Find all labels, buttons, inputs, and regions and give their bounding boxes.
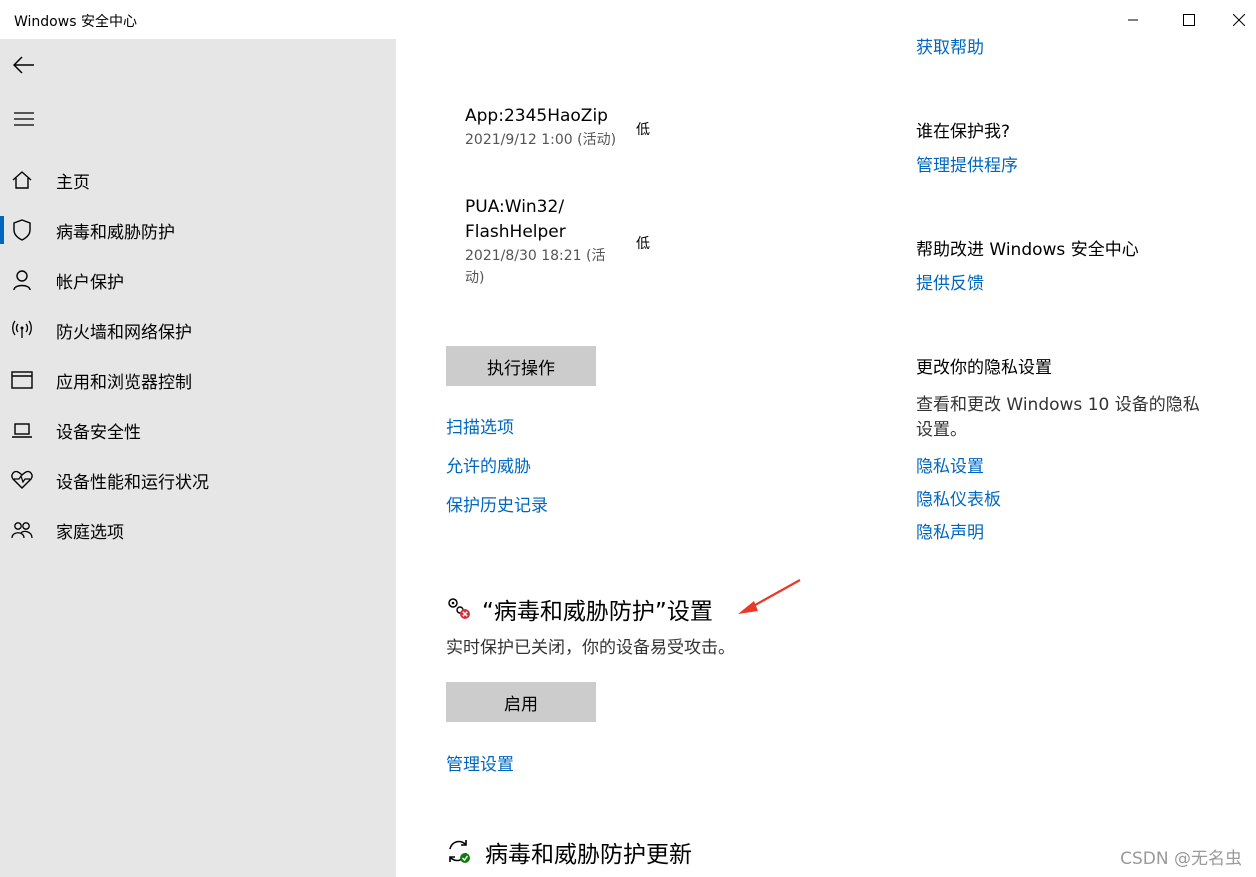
threat-date: 2021/8/30 18:21 (活 <box>465 248 606 264</box>
privacy-description-line: 设置。 <box>916 420 967 440</box>
watermark: CSDN @无名虫 <box>1120 849 1242 869</box>
threat-level: 低 <box>636 122 650 138</box>
privacy-description-line: 查看和更改 Windows 10 设备的隐私 <box>916 395 1200 415</box>
sidebar-item-family-options[interactable]: 家庭选项 <box>0 508 396 552</box>
threat-name: App:2345HaoZip <box>465 106 608 126</box>
settings-section-title: “病毒和威胁防护”设置 <box>482 599 713 625</box>
privacy-description: 查看和更改 Windows 10 设备的隐私 设置。 <box>916 393 1236 443</box>
back-arrow-icon <box>13 56 34 74</box>
maximize-icon <box>1183 13 1195 26</box>
minimize-button[interactable] <box>1110 0 1156 39</box>
threat-name: FlashHelper <box>465 222 566 242</box>
threat-item[interactable]: PUA:Win32/ FlashHelper 2021/8/30 18:21 (… <box>465 195 635 289</box>
who-protects-heading: 谁在保护我? <box>916 122 1011 142</box>
realtime-protection-status: 实时保护已关闭，你的设备易受攻击。 <box>446 638 735 658</box>
privacy-settings-link[interactable]: 隐私设置 <box>916 452 984 477</box>
family-icon <box>11 519 33 541</box>
home-icon <box>11 169 33 191</box>
threat-date: 2021/9/12 1:00 (活动) <box>465 132 617 148</box>
person-icon <box>11 269 33 291</box>
close-button[interactable] <box>1222 0 1256 39</box>
sidebar-item-device-performance[interactable]: 设备性能和运行状况 <box>0 458 396 502</box>
sidebar-item-label: 家庭选项 <box>56 522 124 543</box>
protection-history-link[interactable]: 保护历史记录 <box>446 491 548 516</box>
privacy-dashboard-link[interactable]: 隐私仪表板 <box>916 485 1001 510</box>
sidebar-item-label: 应用和浏览器控制 <box>56 372 192 393</box>
threat-item[interactable]: App:2345HaoZip 2021/9/12 1:00 (活动) <box>465 104 635 151</box>
threat-level: 低 <box>636 236 650 252</box>
heart-pulse-icon <box>11 469 33 491</box>
update-sync-icon <box>446 838 472 864</box>
sidebar-item-label: 设备性能和运行状况 <box>56 472 209 493</box>
give-feedback-link[interactable]: 提供反馈 <box>916 269 984 294</box>
sidebar-item-label: 病毒和威胁防护 <box>56 222 175 243</box>
sidebar-item-app-browser-control[interactable]: 应用和浏览器控制 <box>0 358 396 402</box>
window-title: Windows 安全中心 <box>14 14 137 30</box>
execute-action-button[interactable]: 执行操作 <box>446 346 596 386</box>
sidebar-item-label: 防火墙和网络保护 <box>56 322 192 343</box>
sidebar-item-label: 设备安全性 <box>56 422 141 443</box>
active-indicator <box>0 216 4 244</box>
laptop-icon <box>11 419 33 441</box>
privacy-heading: 更改你的隐私设置 <box>916 358 1052 378</box>
hamburger-icon <box>14 112 34 126</box>
enable-button[interactable]: 启用 <box>446 682 596 722</box>
sidebar-item-device-security[interactable]: 设备安全性 <box>0 408 396 452</box>
privacy-statement-link[interactable]: 隐私声明 <box>916 518 984 543</box>
shield-icon <box>11 219 33 241</box>
threat-name: PUA:Win32/ <box>465 197 565 217</box>
settings-gear-warning-icon <box>446 596 472 620</box>
sidebar-item-virus-protection[interactable]: 病毒和威胁防护 <box>0 208 396 252</box>
maximize-button[interactable] <box>1166 0 1212 39</box>
get-help-link[interactable]: 获取帮助 <box>916 33 984 58</box>
updates-section-title: 病毒和威胁防护更新 <box>485 842 692 868</box>
sidebar-item-label: 帐户保护 <box>56 272 124 293</box>
sidebar-item-home[interactable]: 主页 <box>0 158 396 202</box>
scan-options-link[interactable]: 扫描选项 <box>446 413 514 438</box>
hamburger-menu-button[interactable] <box>0 95 48 143</box>
annotation-arrow <box>734 577 804 617</box>
improve-heading: 帮助改进 Windows 安全中心 <box>916 240 1139 260</box>
title-bar: Windows 安全中心 <box>0 0 1256 39</box>
threat-date: 动) <box>465 270 485 286</box>
back-button[interactable] <box>0 41 48 89</box>
sidebar-item-label: 主页 <box>56 172 90 193</box>
wireless-icon <box>11 319 33 341</box>
main-content: App:2345HaoZip 2021/9/12 1:00 (活动) 低 PUA… <box>396 38 1256 877</box>
manage-providers-link[interactable]: 管理提供程序 <box>916 151 1018 176</box>
allowed-threats-link[interactable]: 允许的威胁 <box>446 452 531 477</box>
browser-window-icon <box>11 369 33 391</box>
close-icon <box>1233 13 1245 26</box>
sidebar-item-firewall[interactable]: 防火墙和网络保护 <box>0 308 396 352</box>
minimize-icon <box>1128 19 1138 20</box>
manage-settings-link[interactable]: 管理设置 <box>446 750 514 775</box>
sidebar-item-account-protection[interactable]: 帐户保护 <box>0 258 396 302</box>
sidebar: 主页 病毒和威胁防护 帐户保护 防火墙和网络保护 应用和浏览器控制 设备安全性 <box>0 39 396 877</box>
